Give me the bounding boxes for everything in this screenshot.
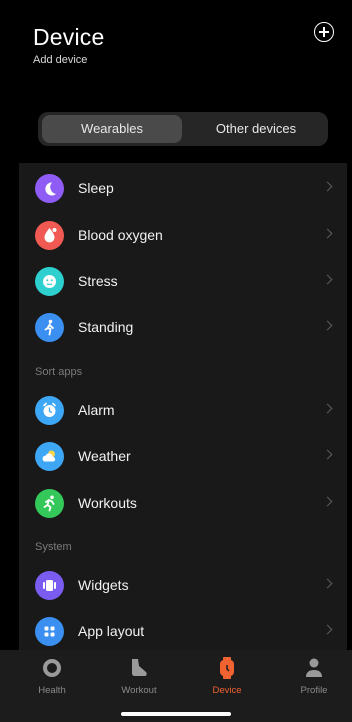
chevron-right-icon [322,274,333,285]
list-item-sleep[interactable]: Sleep [19,166,347,212]
section-header-system: System [35,541,72,553]
list-item-label: Widgets [78,577,129,593]
tab-device[interactable]: Device [192,656,262,696]
list-item-label: Stress [78,273,118,289]
chevron-right-icon [322,578,333,589]
chevron-right-icon [322,320,333,331]
watch-icon [216,656,238,680]
list-item-label: Sleep [78,180,114,196]
tab-health[interactable]: Health [17,656,87,696]
grid-icon [35,617,64,646]
list-item-widgets[interactable]: Widgets [19,563,347,609]
widgets-icon [35,571,64,600]
tab-label: Workout [121,685,157,696]
chevron-right-icon [322,449,333,460]
list-item-workouts[interactable]: Workouts [19,481,347,527]
list-item-stress[interactable]: Stress [19,259,347,305]
tab-label: Profile [300,685,328,696]
list-item-standing[interactable]: Standing [19,305,347,351]
weather-icon [35,442,64,471]
tab-workout[interactable]: Workout [104,656,174,696]
stress-face-icon [35,267,64,296]
shoe-icon [128,656,150,680]
plus-circle-icon[interactable] [314,22,334,42]
list-item-blood-oxygen[interactable]: Blood oxygen [19,213,347,259]
list-item-label: App layout [78,623,145,639]
list-item-label: Alarm [78,402,115,418]
blood-drop-icon [35,221,64,250]
person-icon [303,656,325,680]
list-item-alarm[interactable]: Alarm [19,388,347,434]
add-device-link[interactable]: Add device [33,54,87,66]
running-icon [35,489,64,518]
chevron-right-icon [322,496,333,507]
standing-person-icon [35,313,64,342]
health-ring-icon [41,656,63,680]
device-type-segmented-control: Wearables Other devices [38,112,328,146]
chevron-right-icon [322,228,333,239]
list-item-label: Weather [78,448,131,464]
list-item-weather[interactable]: Weather [19,434,347,480]
list-item-label: Blood oxygen [78,227,163,243]
settings-list: Sleep Blood oxygen Stress Standing Sort … [19,163,347,653]
moon-icon [35,174,64,203]
home-indicator [121,712,231,716]
section-header-sort-apps: Sort apps [35,366,83,378]
chevron-right-icon [322,624,333,635]
alarm-clock-icon [35,396,64,425]
chevron-right-icon [322,181,333,192]
list-item-label: Standing [78,319,134,335]
page-title: Device [33,24,105,50]
list-item-label: Workouts [78,495,137,511]
tab-label: Health [38,685,66,696]
tab-label: Device [212,685,242,696]
list-item-app-layout[interactable]: App layout [19,609,347,653]
tab-profile[interactable]: Profile [279,656,349,696]
tab-other-devices[interactable]: Other devices [188,115,324,143]
tab-wearables[interactable]: Wearables [42,115,182,143]
chevron-right-icon [322,403,333,414]
